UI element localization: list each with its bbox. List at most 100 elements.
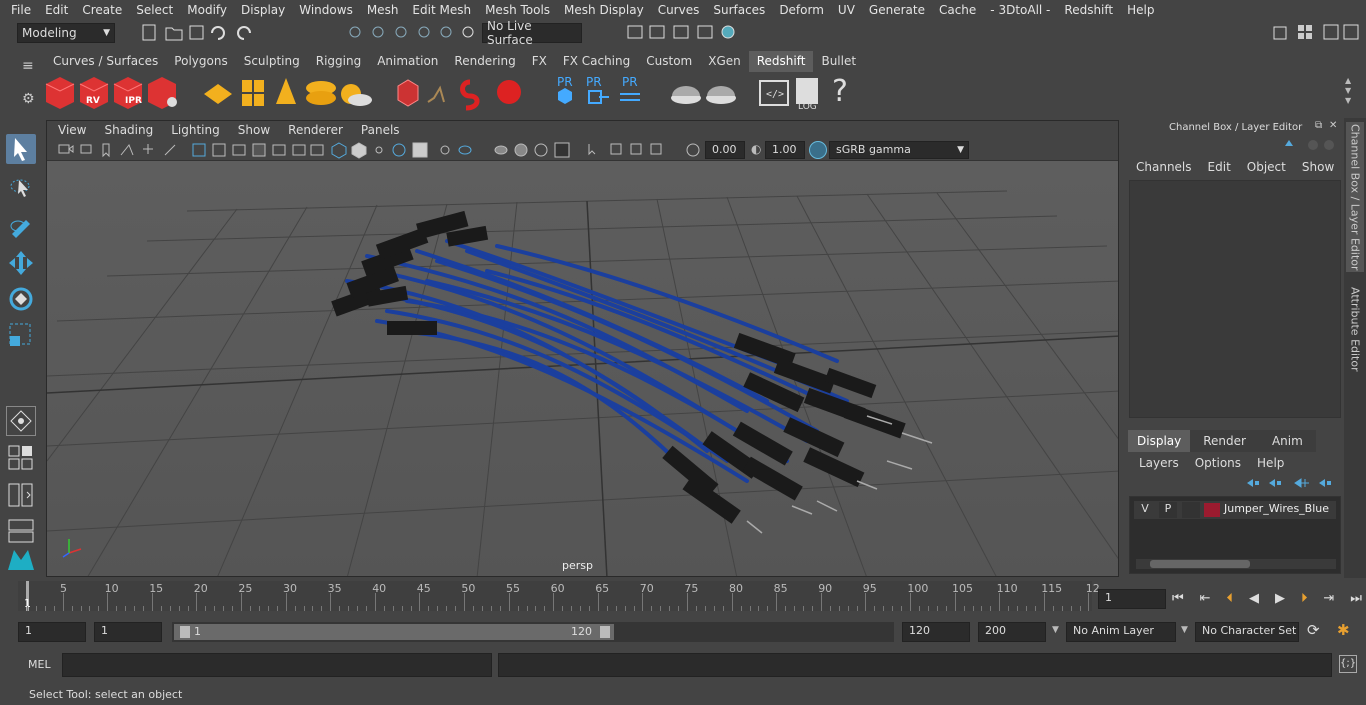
go-start-icon[interactable]: ⏮ <box>1172 591 1184 606</box>
menu-edit[interactable]: Edit <box>38 3 75 17</box>
cb-menu-edit[interactable]: Edit <box>1200 160 1239 174</box>
vp-menu-shading[interactable]: Shading <box>95 123 162 137</box>
chevron-down-icon[interactable]: ▼ <box>1052 625 1059 635</box>
menu-mesh[interactable]: Mesh <box>360 3 406 17</box>
select-tool-icon[interactable] <box>6 134 36 164</box>
menu-surfaces[interactable]: Surfaces <box>706 3 772 17</box>
range-bar[interactable]: 1 120 <box>172 622 894 642</box>
channel-icons[interactable] <box>1283 136 1339 154</box>
cb-menu-show[interactable]: Show <box>1294 160 1342 174</box>
shelf-scroll[interactable]: ▲ ▼ ▼ <box>1345 76 1359 110</box>
anim-layer-dropdown[interactable]: No Anim Layer <box>1066 622 1176 642</box>
vp-menu-show[interactable]: Show <box>229 123 279 137</box>
side-tab-attribute-editor[interactable]: Attribute Editor <box>1346 284 1364 374</box>
auto-key-icon[interactable]: ⟳ <box>1307 621 1320 639</box>
tab-xgen[interactable]: XGen <box>700 51 749 72</box>
scene-canvas[interactable] <box>47 161 1119 577</box>
tab-fx-caching[interactable]: FX Caching <box>555 51 638 72</box>
scale-tool-icon[interactable] <box>6 320 36 350</box>
character-set-dropdown[interactable]: No Character Set <box>1195 622 1299 642</box>
tab-curves-surfaces[interactable]: Curves / Surfaces <box>45 51 166 72</box>
play-forward-icon[interactable]: ▶ <box>1275 591 1285 606</box>
menu-help[interactable]: Help <box>1120 3 1161 17</box>
step-back-frame-icon[interactable]: ⏴ <box>1227 591 1234 606</box>
menu-icon[interactable]: ≡ <box>22 58 34 74</box>
workspace-icons[interactable] <box>1270 23 1366 43</box>
layer-visibility-toggle[interactable]: V <box>1136 502 1154 518</box>
mel-label[interactable]: MEL <box>28 658 51 671</box>
gear-icon[interactable]: ⚙ <box>22 91 35 107</box>
layer-menu-layers[interactable]: Layers <box>1123 456 1187 470</box>
menu-mesh-display[interactable]: Mesh Display <box>557 3 651 17</box>
rotate-tool-icon[interactable] <box>6 284 36 314</box>
menu-3dtoall[interactable]: - 3DtoAll - <box>983 3 1057 17</box>
side-tab-channel-box[interactable]: Channel Box / Layer Editor <box>1346 122 1364 272</box>
playback-end-field[interactable]: 120 <box>902 622 970 642</box>
current-frame-field[interactable]: 1 <box>1098 589 1166 609</box>
menu-select[interactable]: Select <box>129 3 180 17</box>
menu-redshift[interactable]: Redshift <box>1057 3 1120 17</box>
color-space-dropdown[interactable]: sGRB gamma ▼ <box>829 141 969 159</box>
tab-sculpting[interactable]: Sculpting <box>236 51 308 72</box>
menu-cache[interactable]: Cache <box>932 3 983 17</box>
tab-rendering[interactable]: Rendering <box>446 51 523 72</box>
layout-outliner-icon[interactable] <box>6 480 36 510</box>
exposure-field[interactable]: 0.00 <box>705 141 745 159</box>
play-back-icon[interactable]: ◀ <box>1249 591 1259 606</box>
status-icons[interactable] <box>140 23 480 43</box>
tab-rigging[interactable]: Rigging <box>308 51 369 72</box>
layer-reference-toggle[interactable] <box>1182 502 1200 518</box>
gamma-icon[interactable]: ◐ <box>751 142 761 156</box>
float-icon[interactable]: ⧉ <box>1315 120 1322 131</box>
tab-fx[interactable]: FX <box>524 51 555 72</box>
end-time-field[interactable]: 200 <box>978 622 1046 642</box>
layer-color-swatch[interactable] <box>1204 503 1220 517</box>
layer-action-icons[interactable] <box>1243 474 1339 492</box>
playback-start-field[interactable]: 1 <box>94 622 162 642</box>
menu-curves[interactable]: Curves <box>651 3 707 17</box>
lasso-tool-icon[interactable] <box>6 172 36 202</box>
vp-menu-view[interactable]: View <box>49 123 95 137</box>
render-icons[interactable] <box>600 23 740 43</box>
layer-playback-toggle[interactable]: P <box>1159 502 1177 518</box>
menu-uv[interactable]: UV <box>831 3 862 17</box>
menu-create[interactable]: Create <box>75 3 129 17</box>
script-editor-icon[interactable]: {;} <box>1339 655 1357 673</box>
tab-redshift[interactable]: Redshift <box>748 51 814 72</box>
close-icon[interactable]: ✕ <box>1329 120 1337 131</box>
paint-tool-icon[interactable] <box>6 210 36 240</box>
range-handle[interactable]: 1 120 <box>174 624 614 640</box>
cb-menu-object[interactable]: Object <box>1239 160 1294 174</box>
menu-edit-mesh[interactable]: Edit Mesh <box>405 3 478 17</box>
layout-split-icon[interactable] <box>6 516 36 546</box>
tab-render[interactable]: Render <box>1190 430 1259 452</box>
tab-anim[interactable]: Anim <box>1258 430 1316 452</box>
layout-single-icon[interactable] <box>6 406 36 436</box>
mode-dropdown[interactable]: Modeling ▼ <box>17 23 115 43</box>
step-forward-frame-icon[interactable]: ⏵ <box>1301 591 1308 606</box>
step-forward-key-icon[interactable]: ⇥ <box>1323 591 1334 606</box>
scene-view[interactable]: persp <box>47 161 1119 577</box>
help-icon[interactable]: ? <box>832 74 848 109</box>
vp-menu-panels[interactable]: Panels <box>352 123 409 137</box>
range-handle-right[interactable] <box>600 626 610 638</box>
vp-menu-lighting[interactable]: Lighting <box>162 123 229 137</box>
layer-name[interactable]: Jumper_Wires_Blue <box>1224 502 1329 515</box>
time-slider[interactable]: 1 5 10 15 20 25 30 35 40 45 50 55 60 65 70 75 80 85 90 95 1… <box>18 581 1100 611</box>
menu-windows[interactable]: Windows <box>292 3 360 17</box>
preferences-icon[interactable]: ✱ <box>1337 621 1350 639</box>
gamma-field[interactable]: 1.00 <box>765 141 805 159</box>
tab-custom[interactable]: Custom <box>638 51 700 72</box>
menu-deform[interactable]: Deform <box>772 3 831 17</box>
layer-menu-help[interactable]: Help <box>1249 456 1292 470</box>
start-time-field[interactable]: 1 <box>18 622 86 642</box>
tab-polygons[interactable]: Polygons <box>166 51 235 72</box>
command-input[interactable] <box>62 653 492 677</box>
tab-bullet[interactable]: Bullet <box>813 51 864 72</box>
menu-modify[interactable]: Modify <box>180 3 234 17</box>
vp-menu-renderer[interactable]: Renderer <box>279 123 352 137</box>
live-surface-field[interactable]: No Live Surface <box>482 19 582 47</box>
layer-row[interactable]: V P Jumper_Wires_Blue <box>1134 501 1336 519</box>
shelf-icons[interactable]: PR </> <box>40 72 860 116</box>
range-handle-left[interactable] <box>180 626 190 638</box>
